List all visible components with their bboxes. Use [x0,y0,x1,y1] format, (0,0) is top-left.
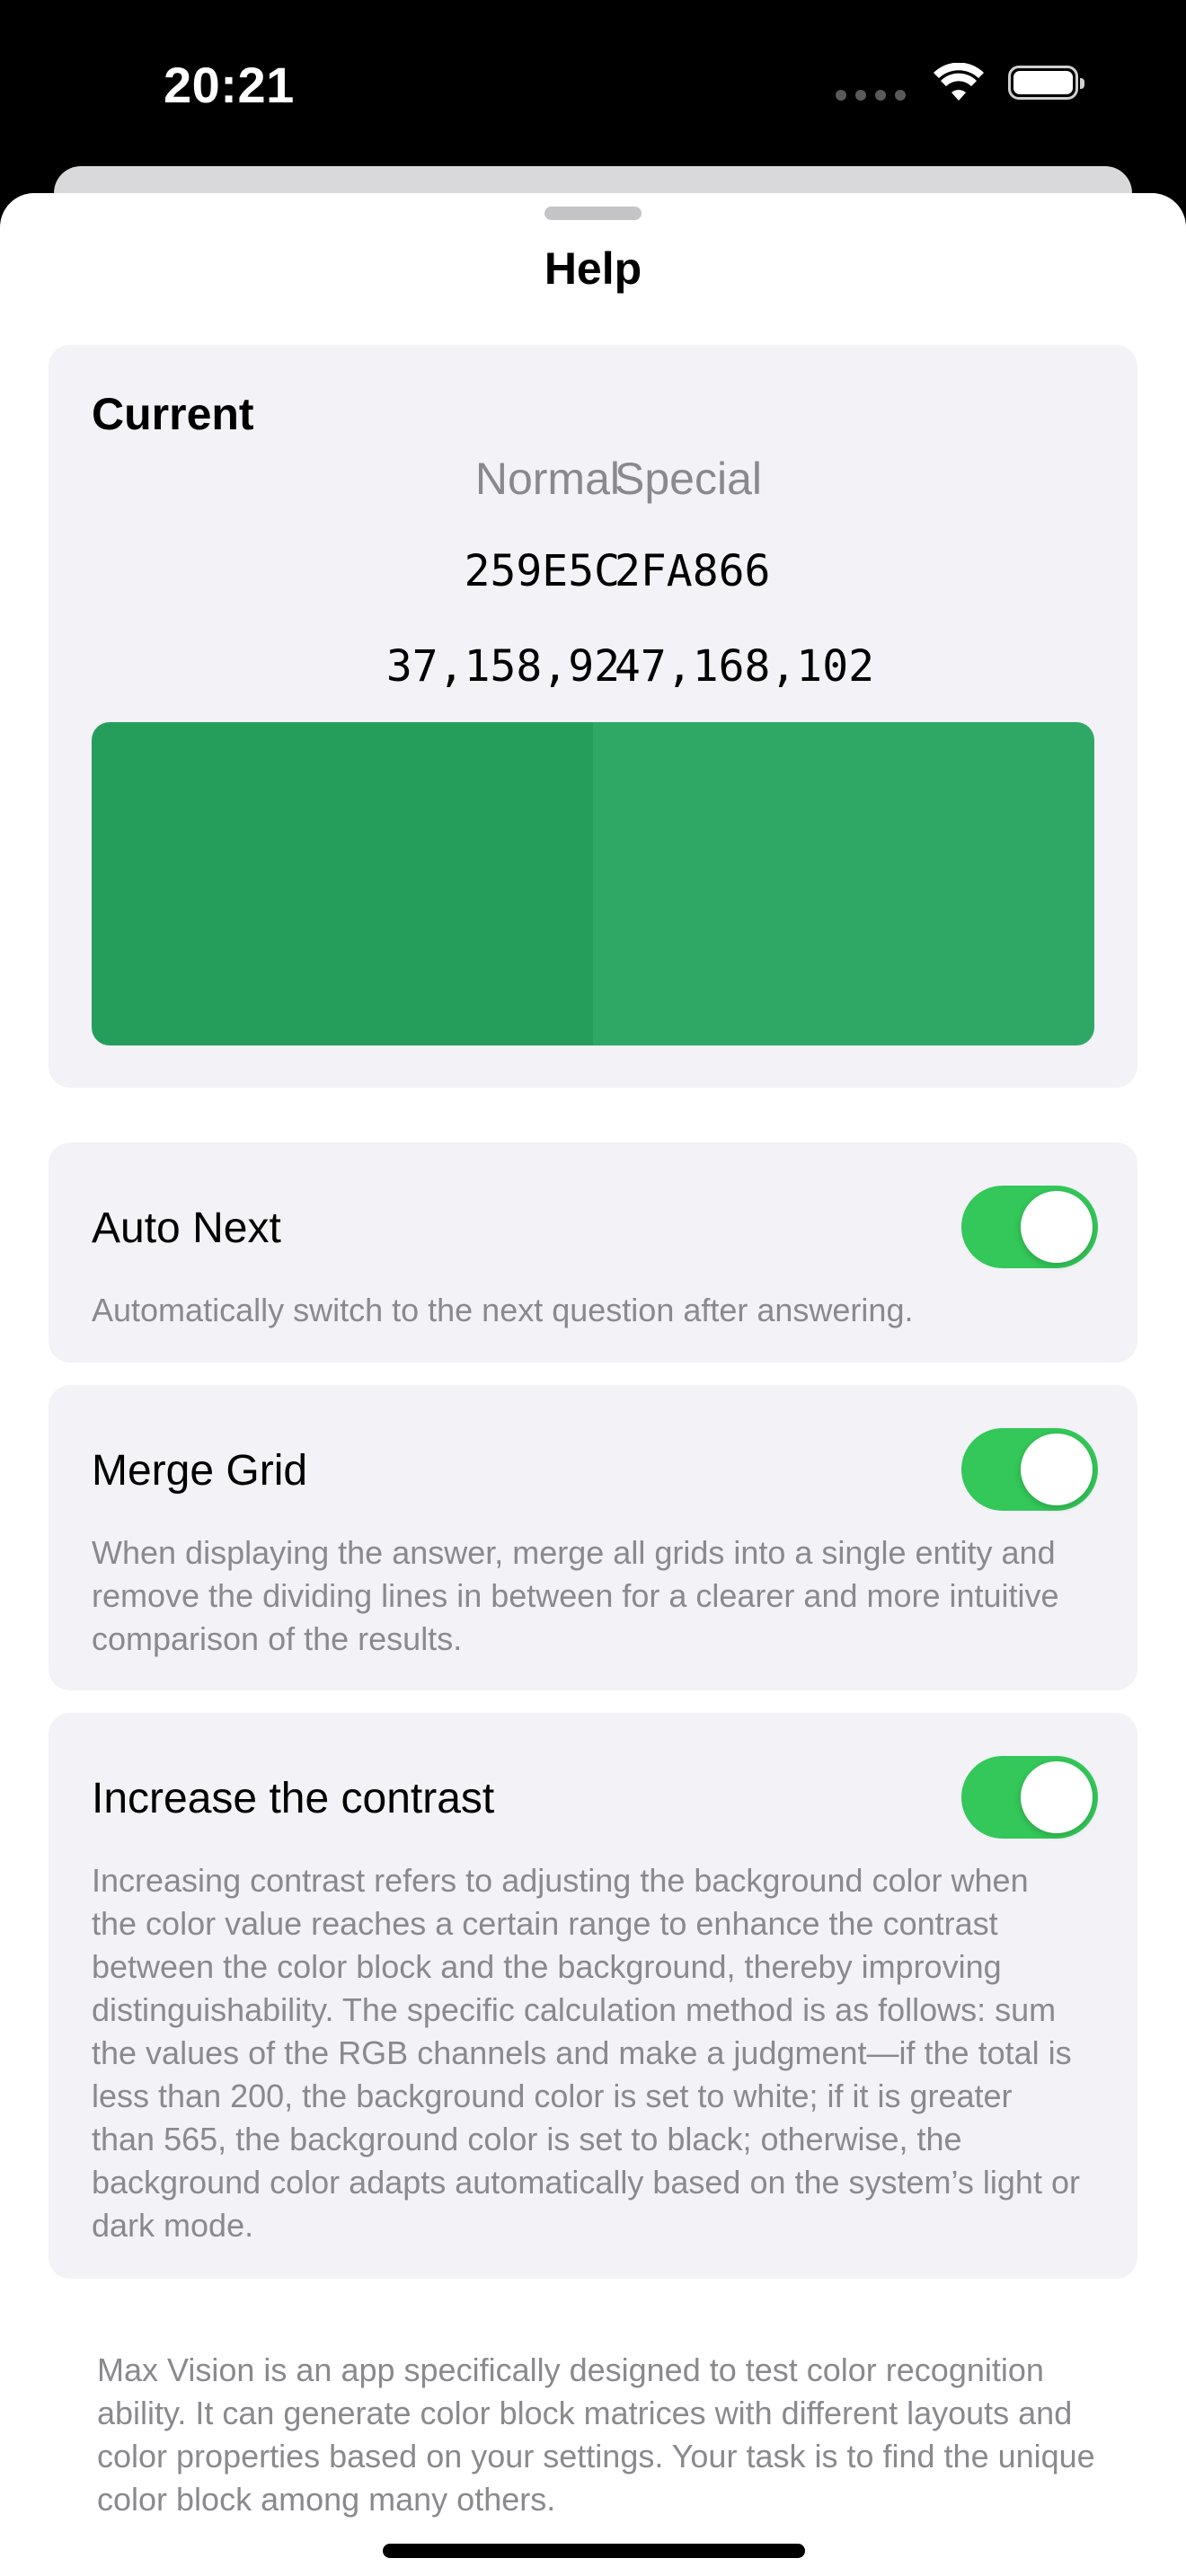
special-rgb-value: 47,168,102 [615,641,874,692]
increase-contrast-card: Increase the contrast Increasing contras… [49,1713,1137,2279]
normal-column-header: Normal [474,454,620,504]
home-indicator[interactable] [383,2544,805,2558]
color-swatch [92,722,1094,1045]
merge-grid-toggle[interactable] [961,1428,1098,1511]
wifi-icon [934,63,984,101]
normal-color-block [92,722,593,1045]
merge-grid-title: Merge Grid [92,1447,308,1495]
current-title: Current [92,389,254,439]
toggle-knob [1021,1761,1093,1833]
status-icons [836,63,1084,102]
special-color-block [593,722,1094,1045]
sheet-grabber[interactable] [544,207,642,220]
toggle-knob [1021,1434,1093,1505]
increase-contrast-description: Increasing contrast refers to adjusting … [92,1862,1080,2244]
special-column-header: Special [615,454,762,504]
current-color-card: Current Normal Special 259E5C 2FA866 37,… [49,345,1137,1088]
merge-grid-card: Merge Grid When displaying the answer, m… [49,1385,1137,1690]
auto-next-title: Auto Next [92,1204,281,1252]
increase-contrast-toggle[interactable] [961,1756,1098,1839]
help-sheet: Help Current Normal Special 259E5C 2FA86… [0,193,1186,2576]
merge-grid-description: When displaying the answer, merge all gr… [92,1534,1059,1657]
normal-hex-value: 259E5C [464,546,620,596]
battery-icon [1008,66,1084,100]
auto-next-description: Automatically switch to the next questio… [92,1292,914,1328]
special-hex-value: 2FA866 [615,546,771,596]
status-time: 20:21 [164,57,295,113]
cellular-signal-icon [836,90,906,101]
auto-next-card: Auto Next Automatically switch to the ne… [49,1142,1137,1363]
sheet-title: Help [544,243,642,294]
about-text: Max Vision is an app specifically design… [97,2351,1095,2518]
normal-rgb-value: 37,158,92 [385,641,620,692]
toggle-knob [1021,1191,1093,1263]
auto-next-toggle[interactable] [961,1186,1098,1268]
increase-contrast-title: Increase the contrast [92,1775,495,1822]
